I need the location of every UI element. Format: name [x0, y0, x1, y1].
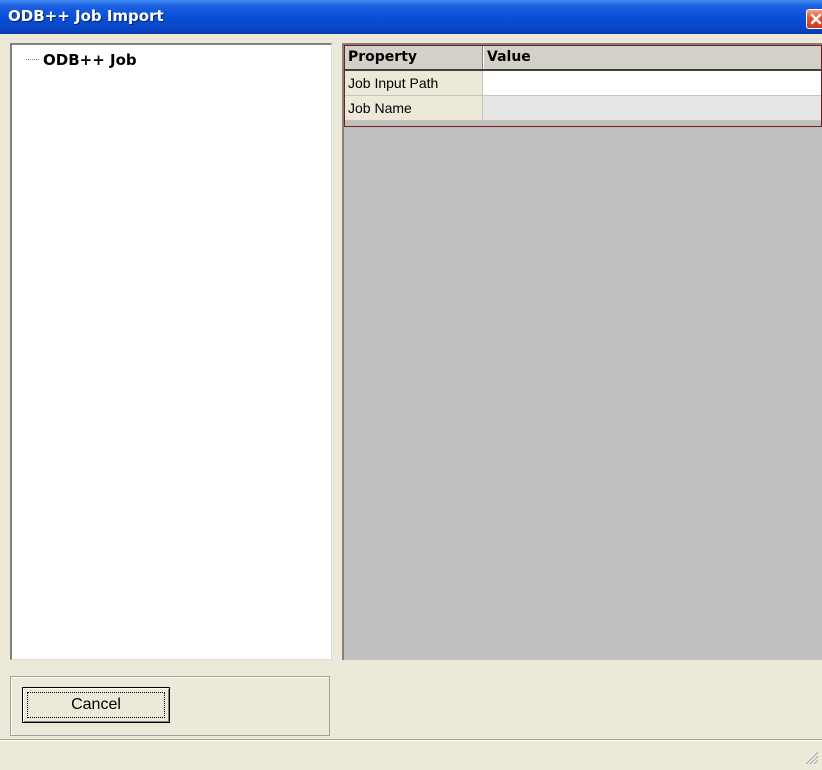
tree-item-label: ODB++ Job [43, 51, 137, 69]
value-cell-job-input-path[interactable] [482, 70, 822, 96]
title-bar[interactable]: ODB++ Job Import [0, 0, 822, 34]
table-row[interactable]: Job Input Path [344, 70, 822, 96]
resize-grip-icon[interactable] [802, 748, 819, 765]
status-bar [0, 739, 822, 770]
property-table-header: Property Value [344, 45, 822, 71]
tree-item-odb-job[interactable]: ODB++ Job [26, 51, 137, 69]
property-cell-job-name[interactable]: Job Name [344, 95, 483, 121]
window-title: ODB++ Job Import [8, 7, 164, 25]
column-header-value[interactable]: Value [482, 45, 822, 71]
column-header-property[interactable]: Property [344, 45, 483, 71]
tree-connector-line [26, 59, 39, 61]
job-tree-view[interactable]: ODB++ Job [10, 43, 332, 660]
property-cell-job-input-path[interactable]: Job Input Path [344, 70, 483, 96]
table-row[interactable]: Job Name [344, 95, 822, 121]
cancel-button-label: Cancel [71, 696, 121, 713]
cancel-button[interactable]: Cancel [22, 687, 170, 723]
property-grid: Property Value Job Input Path Job Name [342, 43, 822, 660]
property-table: Property Value Job Input Path Job Name [344, 45, 822, 121]
value-cell-job-name[interactable] [482, 95, 822, 121]
pane-splitter[interactable] [332, 43, 342, 660]
odb-job-import-window: ODB++ Job Import ODB++ Job Property Valu… [0, 0, 822, 770]
close-button[interactable] [806, 9, 822, 29]
